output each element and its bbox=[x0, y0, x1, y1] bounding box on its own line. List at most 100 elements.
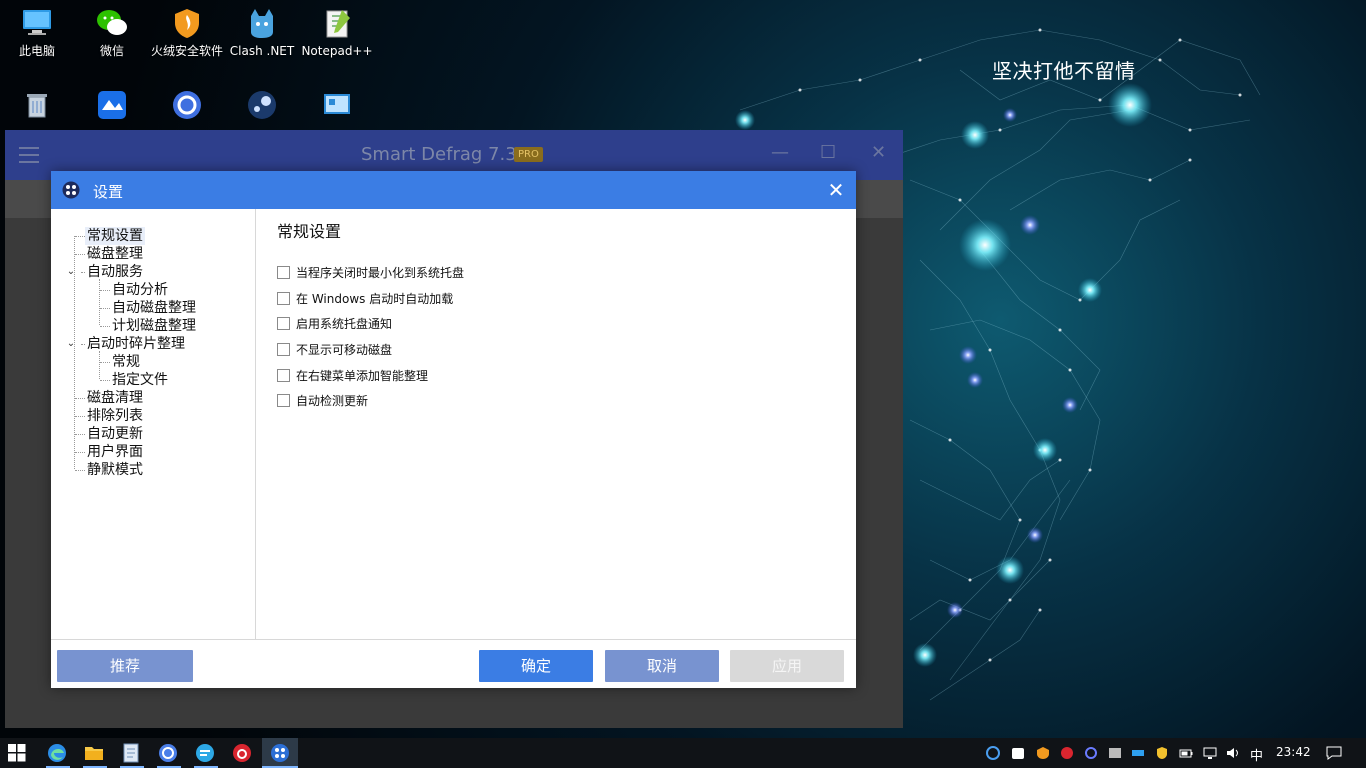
tree-guide bbox=[75, 416, 85, 417]
desktop-icon-tencent-meeting[interactable] bbox=[76, 82, 148, 125]
browser-icon[interactable] bbox=[157, 742, 179, 764]
start-windows-icon[interactable] bbox=[8, 744, 26, 762]
apply-button[interactable]: 应用 bbox=[730, 650, 844, 682]
desktop-icon-label: 微信 bbox=[99, 44, 124, 58]
tray-music-icon[interactable] bbox=[1060, 746, 1074, 760]
desktop-icon-label: 此电脑 bbox=[18, 44, 55, 58]
dialog-titlebar: 设置 ✕ bbox=[51, 171, 856, 209]
computer-icon bbox=[20, 6, 54, 40]
network-icon[interactable] bbox=[1203, 746, 1217, 760]
tree-item-boot-general[interactable]: 常规 bbox=[110, 353, 142, 371]
tray-network-app-icon[interactable] bbox=[1131, 746, 1145, 760]
dialog-close-button[interactable]: ✕ bbox=[826, 178, 846, 202]
tree-item-auto-defrag[interactable]: 自动磁盘整理 bbox=[110, 299, 198, 317]
option-tray-notifications[interactable]: 启用系统托盘通知 bbox=[277, 314, 392, 332]
tree-guide bbox=[100, 308, 110, 309]
tree-guide bbox=[99, 279, 100, 325]
tree-item-boot-defrag[interactable]: 启动时碎片整理 bbox=[85, 335, 187, 353]
cat-icon bbox=[245, 6, 279, 40]
file-explorer-icon[interactable] bbox=[83, 742, 105, 764]
desktop-icon-recycle-bin[interactable] bbox=[1, 82, 73, 125]
volume-icon[interactable] bbox=[1226, 746, 1240, 760]
control-panel-icon bbox=[320, 88, 354, 122]
tree-item-silent-mode[interactable]: 静默模式 bbox=[85, 461, 145, 479]
tray-app-icon[interactable] bbox=[986, 746, 1000, 760]
app-title: Smart Defrag 7.3 bbox=[361, 144, 517, 165]
tree-guide bbox=[99, 351, 100, 379]
tray-cat-icon[interactable] bbox=[1011, 746, 1025, 760]
tree-item-auto-analyze[interactable]: 自动分析 bbox=[110, 281, 170, 299]
tree-item-specified-files[interactable]: 指定文件 bbox=[110, 371, 170, 389]
option-minimize-to-tray[interactable]: 当程序关闭时最小化到系统托盘 bbox=[277, 263, 464, 281]
desktop-icon-huorong[interactable]: 火绒安全软件 bbox=[151, 0, 223, 59]
battery-icon[interactable] bbox=[1179, 746, 1193, 760]
hamburger-menu-icon[interactable] bbox=[19, 147, 39, 168]
checkbox[interactable] bbox=[277, 393, 290, 407]
tree-item-auto-update[interactable]: 自动更新 bbox=[85, 425, 145, 443]
desktop-icon-cloud-app[interactable] bbox=[151, 82, 223, 125]
taskbar: 中 23:42 bbox=[0, 738, 1366, 768]
tree-guide bbox=[100, 290, 110, 291]
tree-guide bbox=[100, 362, 110, 363]
notepad-icon[interactable] bbox=[120, 742, 142, 764]
desktop-icon-clash[interactable]: Clash .NET bbox=[226, 0, 298, 59]
edge-browser-icon[interactable] bbox=[46, 742, 68, 764]
cloud-icon bbox=[170, 88, 204, 122]
desktop-icon-steam[interactable] bbox=[226, 82, 298, 125]
tree-item-exclude-list[interactable]: 排除列表 bbox=[85, 407, 145, 425]
checkbox[interactable] bbox=[277, 265, 290, 279]
close-icon[interactable]: ✕ bbox=[871, 142, 886, 163]
tree-collapse-chevron-icon[interactable]: ⌄ bbox=[66, 339, 76, 349]
checkbox[interactable] bbox=[277, 368, 290, 382]
input-method-indicator[interactable]: 中 bbox=[1250, 745, 1263, 764]
tree-item-auto-service[interactable]: 自动服务 bbox=[85, 263, 145, 281]
option-context-menu[interactable]: 在右键菜单添加智能整理 bbox=[277, 366, 428, 384]
tray-shield-icon[interactable] bbox=[1155, 746, 1169, 760]
netease-music-icon[interactable] bbox=[231, 742, 253, 764]
ok-button[interactable]: 确定 bbox=[479, 650, 593, 682]
taskbar-clock[interactable]: 23:42 bbox=[1276, 745, 1311, 759]
desktop-icon-label: 火绒安全软件 bbox=[151, 44, 224, 58]
desktop-icon-notepadpp[interactable]: Notepad++ bbox=[301, 0, 373, 59]
option-hide-removable-disks[interactable]: 不显示可移动磁盘 bbox=[277, 340, 392, 358]
tree-item-user-interface[interactable]: 用户界面 bbox=[85, 443, 145, 461]
dialog-footer: 推荐 确定 取消 应用 bbox=[51, 639, 856, 688]
maximize-icon[interactable]: ☐ bbox=[820, 142, 836, 163]
tree-guide bbox=[75, 236, 85, 237]
desktop-icon-control-panel[interactable] bbox=[301, 82, 373, 125]
option-label: 当程序关闭时最小化到系统托盘 bbox=[296, 265, 465, 280]
checkbox[interactable] bbox=[277, 291, 290, 305]
tray-huorong-icon[interactable] bbox=[1036, 746, 1050, 760]
tree-guide bbox=[100, 380, 110, 381]
option-autostart-windows[interactable]: 在 Windows 启动时自动加载 bbox=[277, 289, 453, 307]
app-logo-icon bbox=[62, 181, 80, 199]
notification-center-icon[interactable] bbox=[1326, 745, 1342, 761]
tray-circle-icon[interactable] bbox=[1084, 746, 1098, 760]
desktop-icon-label: Clash .NET bbox=[229, 44, 295, 58]
tree-collapse-chevron-icon[interactable]: ⌄ bbox=[66, 267, 76, 277]
checkbox[interactable] bbox=[277, 316, 290, 330]
desktop-icon-label: Notepad++ bbox=[301, 44, 373, 58]
option-label: 启用系统托盘通知 bbox=[296, 316, 393, 331]
desktop-icon-this-pc[interactable]: 此电脑 bbox=[1, 0, 73, 59]
recycle-bin-icon bbox=[20, 88, 54, 122]
option-auto-check-updates[interactable]: 自动检测更新 bbox=[277, 391, 368, 409]
option-label: 在 Windows 启动时自动加载 bbox=[296, 291, 454, 306]
tree-item-scheduled-defrag[interactable]: 计划磁盘整理 bbox=[110, 317, 198, 335]
settings-tree: ⌄ ⌄ 常规设置 磁盘整理 自动服务 自动分析 自动磁盘整理 计划磁盘整理 启动… bbox=[51, 209, 256, 639]
tree-item-defrag[interactable]: 磁盘整理 bbox=[85, 245, 145, 263]
smart-defrag-icon[interactable] bbox=[269, 742, 291, 764]
pro-badge: PRO bbox=[514, 147, 543, 162]
tree-item-disk-cleanup[interactable]: 磁盘清理 bbox=[85, 389, 145, 407]
recommend-button[interactable]: 推荐 bbox=[57, 650, 193, 682]
tree-item-general[interactable]: 常规设置 bbox=[85, 227, 145, 245]
tree-guide bbox=[75, 434, 85, 435]
desktop-icon-wechat[interactable]: 微信 bbox=[76, 0, 148, 59]
chat-app-icon[interactable] bbox=[194, 742, 216, 764]
option-label: 在右键菜单添加智能整理 bbox=[296, 368, 429, 383]
tray-window-icon[interactable] bbox=[1108, 746, 1122, 760]
checkbox[interactable] bbox=[277, 342, 290, 356]
cancel-button[interactable]: 取消 bbox=[605, 650, 719, 682]
tree-guide bbox=[75, 254, 85, 255]
minimize-icon[interactable]: — bbox=[771, 142, 789, 163]
